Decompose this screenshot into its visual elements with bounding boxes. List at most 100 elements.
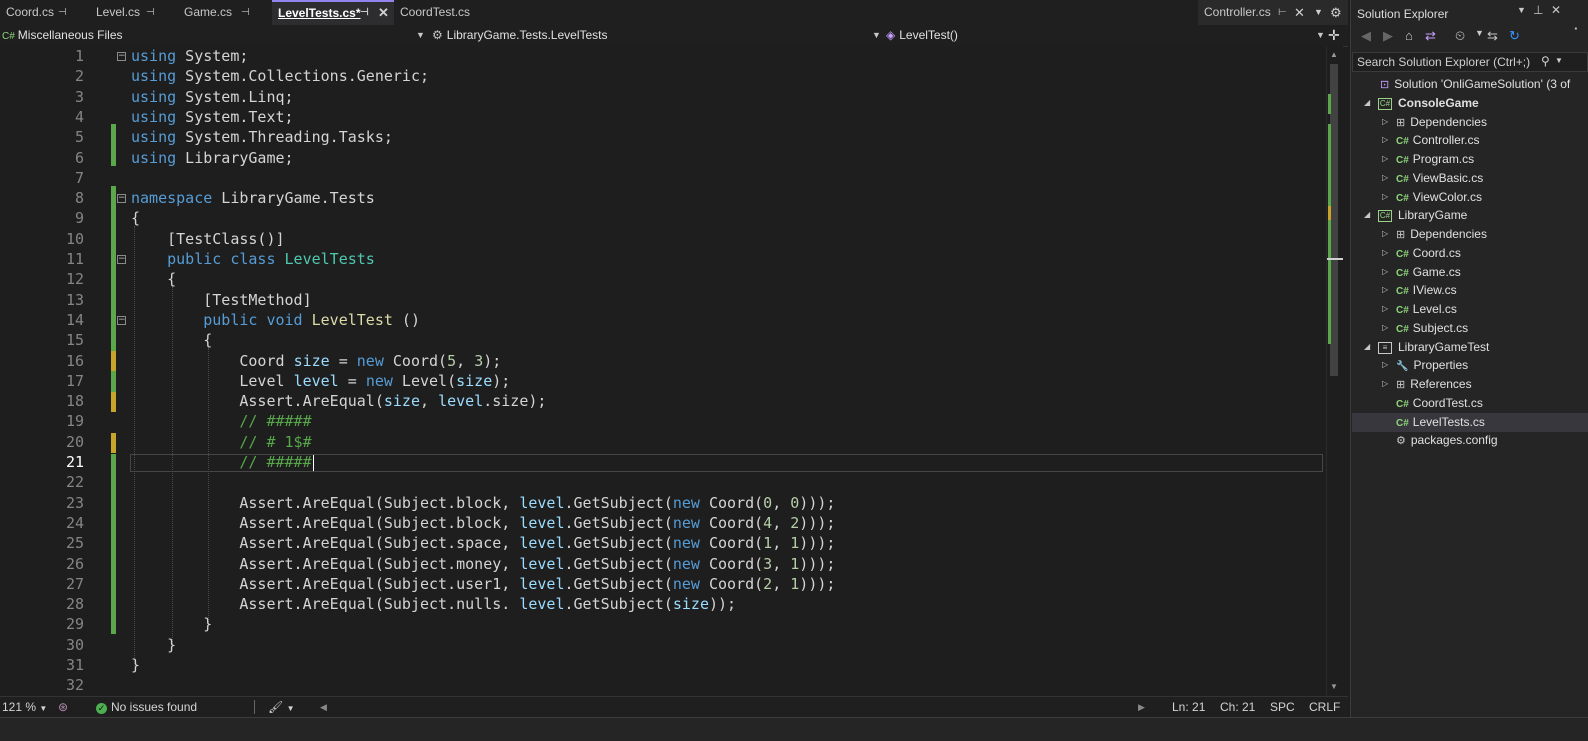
tab-coord-cs[interactable]: Coord.cs ⊣	[0, 0, 90, 25]
chevron-down-icon[interactable]: ▼	[1475, 28, 1484, 38]
tree-item[interactable]: ▷ C# Controller.cs	[1382, 131, 1480, 149]
pending-changes-icon[interactable]: ⏲	[1455, 28, 1465, 44]
code-line[interactable]: using System.Threading.Tasks;	[131, 128, 393, 146]
tree-item[interactable]: ▷ C# Game.cs	[1382, 263, 1461, 281]
expanded-arrow-icon[interactable]: ◢	[1364, 206, 1370, 224]
code-line[interactable]: namespace LibraryGame.Tests	[131, 189, 375, 207]
tree-item[interactable]: ⚙ packages.config	[1396, 431, 1498, 449]
code-line[interactable]: using System.Text;	[131, 108, 294, 126]
code-line[interactable]: Level level = new Level(size);	[131, 372, 510, 390]
code-line[interactable]: [TestClass()]	[131, 230, 284, 248]
tree-item[interactable]: ▷ C# Coord.cs	[1382, 244, 1461, 262]
tree-item[interactable]: ⊡ Solution 'OnliGameSolution' (3 of	[1380, 75, 1570, 93]
pin-icon[interactable]: ⊣	[360, 2, 369, 24]
tree-item[interactable]: C# LevelTests.cs	[1396, 413, 1485, 431]
expand-arrow-icon[interactable]: ▷	[1382, 131, 1388, 149]
line-ending-indicator[interactable]: CRLF	[1309, 697, 1340, 717]
code-line[interactable]: Assert.AreEqual(Subject.nulls. level.Get…	[131, 595, 736, 613]
tree-item[interactable]: ▷ ⊞ Dependencies	[1382, 225, 1487, 243]
vertical-scrollbar[interactable]: ▲ ▼	[1326, 46, 1343, 696]
expand-arrow-icon[interactable]: ▷	[1382, 244, 1388, 262]
expanded-arrow-icon[interactable]: ◢	[1364, 338, 1370, 356]
close-icon[interactable]: ✕	[1551, 3, 1561, 17]
issues-indicator[interactable]: ✓ No issues found	[96, 697, 197, 717]
collapse-icon[interactable]: −	[117, 52, 126, 61]
scroll-down-icon[interactable]: ▼	[1330, 682, 1338, 691]
collapse-all-icon[interactable]: ⇆	[1487, 28, 1498, 44]
tree-item[interactable]: ▷ 🔧 Properties	[1382, 356, 1468, 374]
code-line[interactable]: {	[131, 209, 140, 227]
pin-icon[interactable]: ⊢	[1278, 0, 1287, 25]
pin-icon[interactable]: ⊣	[58, 0, 67, 25]
collapse-icon[interactable]: −	[117, 316, 126, 325]
scroll-right-icon[interactable]: ▶	[1138, 697, 1145, 717]
tab-leveltests-cs[interactable]: LevelTests.cs* ⊣ ✕	[272, 0, 394, 25]
close-icon[interactable]: ✕	[1294, 0, 1305, 25]
code-line[interactable]: using System.Collections.Generic;	[131, 67, 429, 85]
scroll-up-icon[interactable]: ▲	[1330, 50, 1338, 59]
expand-arrow-icon[interactable]: ▷	[1382, 188, 1388, 206]
tree-item[interactable]: ▷ ⊞ References	[1382, 375, 1472, 393]
tab-coordtest-cs[interactable]: CoordTest.cs	[394, 0, 508, 25]
code-line[interactable]: }	[131, 615, 212, 633]
code-line[interactable]: {	[131, 270, 176, 288]
code-line[interactable]: }	[131, 656, 140, 674]
collapse-icon[interactable]: −	[117, 255, 126, 264]
expand-arrow-icon[interactable]: ▷	[1382, 319, 1388, 337]
tree-item[interactable]: ◢ C# ConsoleGame	[1364, 94, 1479, 112]
switch-views-icon[interactable]: ⇄	[1425, 28, 1436, 44]
tree-item[interactable]: ▷ C# ViewBasic.cs	[1382, 169, 1483, 187]
column-indicator[interactable]: Ch: 21	[1220, 697, 1255, 717]
code-line[interactable]: // # 1$#	[131, 433, 311, 451]
expand-arrow-icon[interactable]: ▷	[1382, 375, 1388, 393]
zoom-dropdown[interactable]: 121 % ▼	[2, 697, 47, 717]
tree-item[interactable]: ◢ ≡ LibraryGameTest	[1364, 338, 1489, 356]
tree-item[interactable]: ▷ ⊞ Dependencies	[1382, 113, 1487, 131]
home-icon[interactable]: ⌂	[1405, 28, 1413, 43]
class-dropdown[interactable]: ⚙ LibraryGame.Tests.LevelTests ▼	[432, 25, 882, 45]
code-line[interactable]: public void LevelTest ()	[131, 311, 420, 329]
expand-arrow-icon[interactable]: ▷	[1382, 169, 1388, 187]
collapse-icon[interactable]: −	[117, 194, 126, 203]
whitespace-indicator[interactable]: SPC	[1270, 697, 1295, 717]
chevron-down-icon[interactable]: ▼	[1517, 5, 1526, 15]
expand-arrow-icon[interactable]: ▷	[1382, 150, 1388, 168]
code-line[interactable]: Assert.AreEqual(Subject.user1, level.Get…	[131, 575, 835, 593]
code-line[interactable]: }	[131, 636, 176, 654]
code-line[interactable]: Assert.AreEqual(Subject.block, level.Get…	[131, 514, 835, 532]
pin-icon[interactable]: ⊥	[1533, 3, 1543, 17]
code-line[interactable]: Assert.AreEqual(Subject.block, level.Get…	[131, 494, 835, 512]
split-editor-button[interactable]: ✛	[1328, 25, 1346, 45]
more-icon[interactable]: ⠂	[1573, 22, 1583, 38]
scroll-thumb[interactable]	[1330, 64, 1338, 376]
line-indicator[interactable]: Ln: 21	[1172, 697, 1205, 717]
expand-arrow-icon[interactable]: ▷	[1382, 300, 1388, 318]
expand-arrow-icon[interactable]: ▷	[1382, 263, 1388, 281]
code-line[interactable]: Coord size = new Coord(5, 3);	[131, 352, 501, 370]
tab-level-cs[interactable]: Level.cs ⊣	[90, 0, 178, 25]
expand-arrow-icon[interactable]: ▷	[1382, 113, 1388, 131]
tree-item[interactable]: C# CoordTest.cs	[1396, 394, 1483, 412]
chevron-down-icon[interactable]: ▼	[1555, 56, 1563, 65]
tree-item[interactable]: ▷ C# Subject.cs	[1382, 319, 1468, 337]
code-line[interactable]: Assert.AreEqual(Subject.space, level.Get…	[131, 534, 835, 552]
code-line[interactable]: [TestMethod]	[131, 291, 311, 309]
tab-controller-cs[interactable]: Controller.cs ⊢ ✕ ▼ ⚙	[1198, 0, 1348, 25]
project-dropdown[interactable]: C# Miscellaneous Files ▼	[0, 25, 428, 45]
code-line[interactable]: using System;	[131, 47, 248, 65]
close-icon[interactable]: ✕	[378, 2, 389, 24]
forward-icon[interactable]: ▶	[1383, 28, 1393, 44]
gear-icon[interactable]: ⚙	[1330, 0, 1342, 25]
code-line[interactable]: {	[131, 331, 212, 349]
solution-search-box[interactable]: Search Solution Explorer (Ctrl+;) ⚲ ▼	[1352, 52, 1588, 72]
code-line[interactable]: using LibraryGame;	[131, 149, 294, 167]
chevron-down-icon[interactable]: ▼	[1314, 0, 1323, 25]
copilot-icon[interactable]: ⊛	[58, 697, 68, 717]
tab-game-cs[interactable]: Game.cs ⊣	[178, 0, 272, 25]
tree-item[interactable]: ▷ C# Level.cs	[1382, 300, 1457, 318]
pin-icon[interactable]: ⊣	[146, 0, 155, 25]
expand-arrow-icon[interactable]: ▷	[1382, 225, 1388, 243]
expand-arrow-icon[interactable]: ▷	[1382, 281, 1388, 299]
code-line[interactable]: public class LevelTests	[131, 250, 375, 268]
code-cleanup-button[interactable]: 🖌 ▼	[268, 697, 295, 717]
